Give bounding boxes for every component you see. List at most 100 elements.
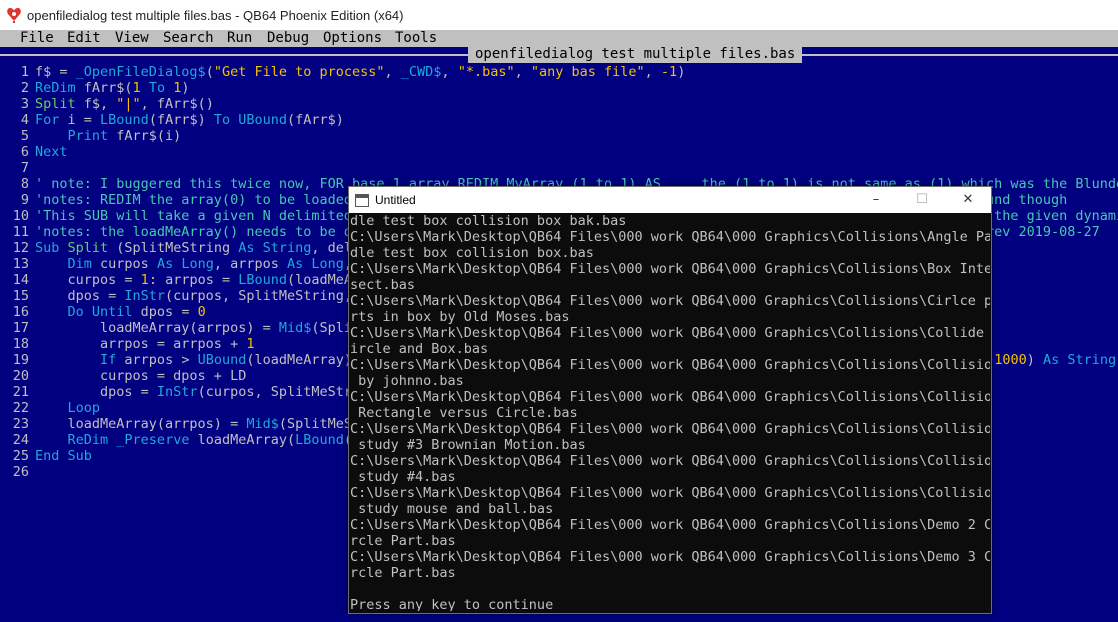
code-token: fArr$(i) [108,128,182,144]
menu-view[interactable]: View [115,30,149,47]
menu-search[interactable]: Search [163,30,214,47]
code-token: Mid$ [246,416,279,432]
menu-edit[interactable]: Edit [67,30,101,47]
line-number: 19 [12,352,29,368]
console-line: Rectangle versus Circle.bas [350,405,578,421]
code-token: For [35,112,60,128]
line-number: 3 [20,96,29,112]
code-token: 0 [197,304,206,320]
code-token: End Sub [35,448,92,464]
line-number: 26 [12,464,29,480]
code-token: "|" [116,96,141,112]
code-token: arrpos > [116,352,198,368]
line-number: 24 [12,432,29,448]
code-token: ) [1026,352,1044,368]
code-line[interactable]: Print fArr$(i) [35,128,1115,144]
code-token: "*.bas" [457,64,515,80]
code-line[interactable]: Next [35,144,1115,160]
code-line[interactable]: Split f$, "|", fArr$() [35,96,1115,112]
code-token: ) [677,64,686,80]
console-line: dle test box collision box.bas [350,245,594,261]
code-token: , [514,64,531,80]
line-number: 7 [20,160,29,176]
code-token: f$, [75,96,117,112]
code-token: To [213,112,231,128]
console-line: study mouse and ball.bas [350,501,554,517]
code-line[interactable]: For i = LBound(fArr$) To UBound(fArr$) [35,112,1115,128]
code-token: Loop [67,400,101,416]
code-token: curpos [91,256,157,272]
line-number: 11 [12,224,29,240]
code-token: curpos = dpos + LD [35,368,247,384]
console-line: C:\Users\Mark\Desktop\QB64 Files\000 wor… [350,453,990,469]
console-line: Press any key to continue [350,597,554,611]
line-number: 22 [12,400,29,416]
console-titlebar[interactable]: Untitled – ☐ ✕ [349,187,991,213]
code-token: 1 [246,336,255,352]
code-line[interactable]: ReDim fArr$(1 To 1) [35,80,1115,96]
close-button[interactable]: ✕ [945,187,991,213]
code-token: curpos = [35,272,141,288]
line-number: 21 [12,384,29,400]
console-line: dle test box collision box bak.bas [350,213,627,229]
minimize-button[interactable]: – [853,187,899,213]
code-token: (fArr$) [287,112,344,128]
code-token: "Get File to process" [213,64,385,80]
code-line[interactable] [35,160,1115,176]
console-line: ircle and Box.bas [350,341,489,357]
code-token: Dim [67,256,92,272]
line-number: 25 [12,448,29,464]
console-line: C:\Users\Mark\Desktop\QB64 Files\000 wor… [350,549,990,565]
code-token: As String [238,240,312,256]
console-line: rcle Part.bas [350,565,456,581]
code-token: (fArr$) [148,112,214,128]
line-number: 16 [12,304,29,320]
code-token: InStr [156,384,198,400]
code-line[interactable]: f$ = _OpenFileDialog$("Get File to proce… [35,64,1115,80]
file-tab: openfiledialog test multiple files.bas [468,45,803,63]
console-line: C:\Users\Mark\Desktop\QB64 Files\000 wor… [350,357,990,373]
code-token: , fArr$() [140,96,214,112]
window-titlebar[interactable]: openfiledialog test multiple files.bas -… [0,0,1118,30]
code-token: InStr [124,288,166,304]
menu-debug[interactable]: Debug [267,30,309,47]
menu-file[interactable]: File [20,30,54,47]
console-line: C:\Users\Mark\Desktop\QB64 Files\000 wor… [350,389,990,405]
line-number: 9 [20,192,29,208]
line-number: 2 [20,80,29,96]
line-number: 6 [20,144,29,160]
line-number-gutter: 1 2 3 4 5 6 7 8 9 10 11 12 13 14 15 16 17 18 19 20 21 22 23 24 2… [0,64,30,480]
menu-tools[interactable]: Tools [395,30,437,47]
code-token: LBound [295,432,344,448]
code-token: Print [67,128,109,144]
code-token: Mid$ [278,320,312,336]
console-window: Untitled – ☐ ✕ dle test box collision bo… [348,186,992,614]
line-number: 18 [12,336,29,352]
code-token: Split [67,240,109,256]
code-token: , arrpos [213,256,287,272]
code-token: i = [59,112,101,128]
code-token: 1000 [994,352,1027,368]
code-token: dpos = [132,304,198,320]
line-number: 10 [12,208,29,224]
code-token: fArr$( [75,80,133,96]
code-token: arrpos = arrpos + [35,336,247,352]
code-token: f$ = [35,64,76,80]
line-number: 8 [20,176,29,192]
line-number: 14 [12,272,29,288]
console-line: C:\Users\Mark\Desktop\QB64 Files\000 wor… [350,261,990,277]
code-token: Sub [35,240,60,256]
menu-run[interactable]: Run [227,30,252,47]
console-title: Untitled [375,193,416,207]
code-token: : arrpos = [148,272,239,288]
code-token: (SplitMeString [108,240,239,256]
line-number: 13 [12,256,29,272]
maximize-button[interactable]: ☐ [899,187,945,213]
menu-options[interactable]: Options [323,30,382,47]
qb64-heart-icon [7,7,21,23]
